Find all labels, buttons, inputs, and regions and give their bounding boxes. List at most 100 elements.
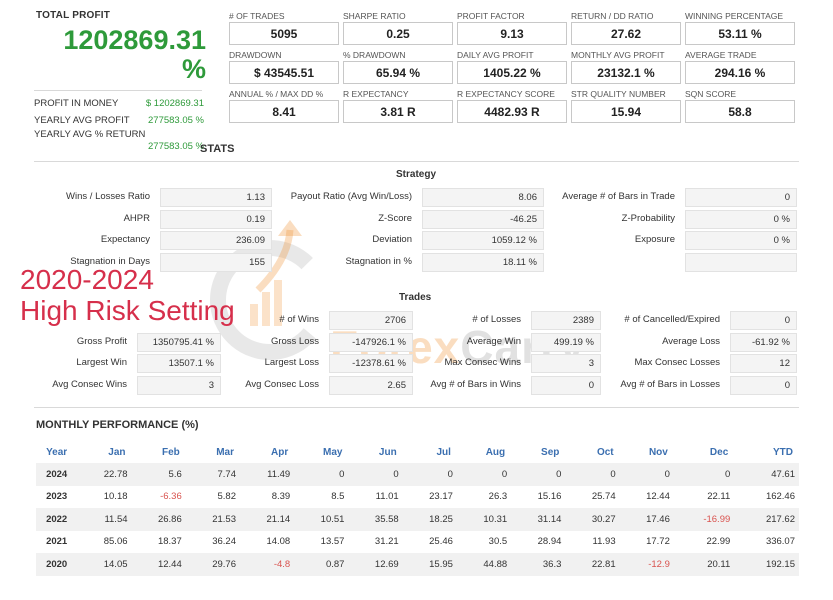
column-header: Nov [648,446,668,458]
stat-label: Max Consec Losses [634,357,720,368]
month-value-cell: 8.39 [271,491,291,503]
overlay-setting-text: High Risk Setting [20,295,235,326]
kpi-label: ANNUAL % / MAX DD % [229,89,324,99]
month-value-cell: 17.46 [619,508,674,531]
month-value-cell: 22.11 [707,491,731,503]
kpi-card: PROFIT FACTOR 9.13 [457,11,567,45]
kpi-card: AVERAGE TRADE 294.16 % [685,50,795,84]
total-profit-label: TOTAL PROFIT [36,10,111,21]
stat-label: Payout Ratio (Avg Win/Loss) [290,191,412,202]
kpi-label: DAILY AVG PROFIT [457,50,534,60]
stat-value: 0 [685,188,797,207]
month-value-cell: 10.31 [456,508,512,531]
month-value-cell: 14.08 [266,536,291,548]
stat-label: Avg # of Bars in Wins [430,378,521,390]
stat-value: 3 [137,375,221,395]
stat-value: 1059.12 % [422,231,544,250]
month-value-cell: 21.14 [239,508,295,531]
month-value-cell: 13.57 [320,536,345,548]
year-cell: 2024 [36,463,78,486]
month-value-cell: -12.9 [619,553,674,576]
month-value-cell: 23.17 [429,491,453,503]
section-divider [34,161,799,162]
column-header: YTD [773,446,793,458]
kpi-value: 58.8 [685,100,795,123]
kpi-grid: # OF TRADES 5095 SHARPE RATIO 0.25 PROFIT FA… [229,11,799,123]
stat-label: # of Wins [279,314,319,325]
month-value-cell: 336.07 [765,536,795,548]
month-value-cell: -16.99 [673,508,735,531]
stat-value: 0 [531,375,601,395]
stat-label: Average # of Bars in Trade [562,191,675,202]
side-stat-value: 277583.05 % [148,141,204,152]
stat-value: 0.19 [160,209,272,229]
month-value-cell: 5.82 [217,491,236,503]
kpi-label: SHARPE RATIO [343,11,406,21]
stat-label: Avg Consec Wins [52,378,127,390]
stat-value: -12378.61 % [329,354,413,373]
month-value-cell: 11.01 [375,491,399,503]
month-value-cell: 26.3 [488,491,508,503]
column-header: Jun [378,446,397,458]
month-value-cell: 29.76 [185,553,240,576]
stat-value: 0 [730,311,797,330]
month-value-cell: 5.6 [131,463,186,486]
stat-label: Stagnation in % [345,255,412,267]
stat-label: Exposure [634,234,675,245]
stat-label: Wins / Losses Ratio [66,191,150,202]
month-value-cell: 15.95 [402,553,457,576]
stat-value: 0 [730,375,797,395]
column-header: Feb [161,446,180,458]
stat-value: -46.25 [422,209,544,229]
month-value-cell: 7.74 [185,463,240,486]
column-header: Jan [108,446,126,458]
stat-label: # of Losses [472,314,521,325]
month-value-cell: 25.74 [591,491,616,503]
stat-value: 8.06 [422,188,544,207]
month-value-cell: 0 [673,463,735,486]
total-profit-unit: % [181,54,206,84]
stat-value: 2389 [531,311,601,330]
stat-value: 2706 [329,311,413,330]
monthly-performance-table: Year Jan Feb Mar Apr May Jun Jul Aug Sep Oct Nov Dec… [36,441,799,576]
month-value-cell: 25.46 [429,536,453,548]
month-value-cell: 17.72 [646,536,670,548]
kpi-value: 53.11 % [685,22,795,45]
month-value-cell: 10.51 [294,508,349,531]
column-header: Apr [270,446,289,458]
side-stat-yearly-avg-profit: YEARLY AVG PROFIT 277583.05 % [34,112,204,129]
month-value-cell: 0 [511,463,566,486]
kpi-card: R EXPECTANCY SCORE 4482.93 R [457,89,567,123]
month-value-cell: 15.16 [537,491,562,503]
month-value-cell: 20.11 [673,553,735,576]
side-stat-yearly-avg-return: YEARLY AVG % RETURN 277583.05 % [34,129,204,152]
year-cell: 2021 [46,536,68,548]
month-value-cell: 18.25 [402,508,457,531]
kpi-label: # OF TRADES [229,11,285,21]
stat-label: Largest Win [76,357,127,368]
stat-value: 3 [531,354,601,373]
stat-label: Max Consec Wins [444,357,521,368]
side-stat-value: 277583.05 % [148,115,204,126]
table-row: 2024 22.78 5.6 7.74 11.49 0 0 0 0 0 0 0 0 47.61 [36,463,799,486]
month-value-cell: 11.93 [592,536,616,548]
month-value-cell: 12.44 [131,553,186,576]
stat-label: Largest Loss [264,357,319,368]
side-stat-label: YEARLY AVG PROFIT [34,115,130,126]
month-value-cell: 162.46 [765,491,795,503]
kpi-value: 15.94 [571,100,681,123]
month-value-cell: 31.21 [374,536,399,548]
month-value-cell: 8.5 [331,491,345,503]
stat-label: Z-Score [378,212,412,224]
month-value-cell: 0 [348,463,403,486]
month-value-cell: 22.81 [565,553,620,576]
kpi-label: PROFIT FACTOR [457,11,525,21]
month-value-cell: 26.86 [131,508,186,531]
kpi-card: RETURN / DD RATIO 27.62 [571,11,681,45]
month-value-cell: 192.15 [734,553,799,576]
column-header: Mar [216,446,234,458]
kpi-label: RETURN / DD RATIO [571,11,654,21]
month-value-cell: -4.8 [239,553,295,576]
year-cell: 2023 [46,491,68,503]
month-value-cell: 0 [565,463,620,486]
